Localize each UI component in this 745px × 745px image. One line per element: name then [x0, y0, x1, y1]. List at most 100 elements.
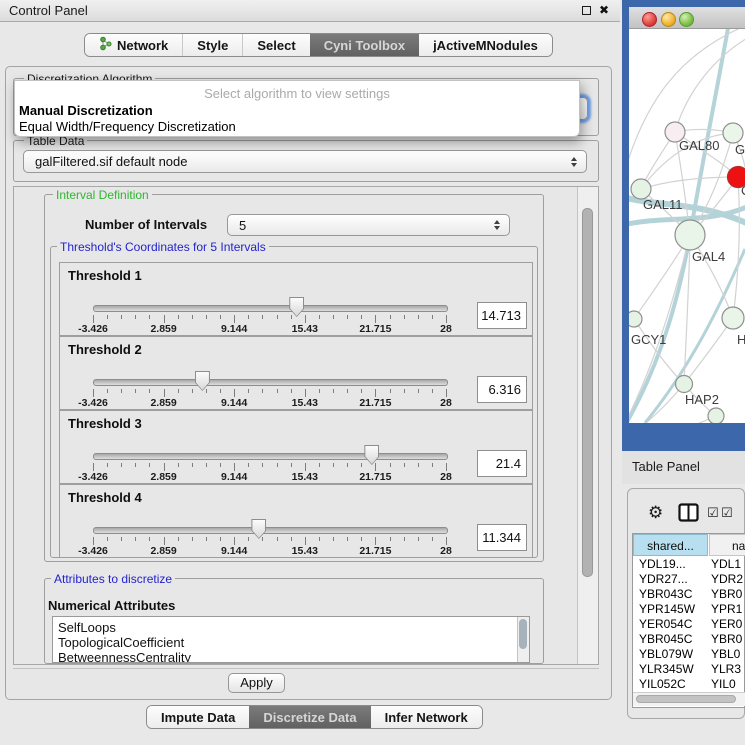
number-of-intervals-label: Number of Intervals [85, 217, 207, 232]
threshold-3-value-field[interactable]: 21.4 [477, 450, 527, 477]
threshold-1-value-field[interactable]: 14.713 [477, 302, 527, 329]
numerical-attributes-list[interactable]: SelfLoopsTopologicalCoefficientBetweenne… [52, 616, 530, 663]
tab-infer-network-label: Infer Network [385, 710, 468, 725]
tab-network-label: Network [117, 38, 168, 53]
threshold-3-label: Threshold 3 [68, 416, 142, 431]
tab-style-label: Style [197, 38, 228, 53]
apply-button[interactable]: Apply [228, 673, 285, 693]
threshold-2-panel: Threshold 2 -3.4262.8599.14415.4321.7152… [59, 336, 533, 410]
node-bottom-partial[interactable] [708, 408, 724, 423]
node-gal4[interactable] [675, 220, 705, 250]
threshold-4-slider-track[interactable] [93, 527, 448, 534]
table-body: YDL19...YDL1YDR27...YDR2YBR043CYBR0YPR14… [633, 557, 745, 691]
minimize-traffic-light-icon[interactable] [661, 12, 676, 27]
threshold-3-scale-labels: -3.4262.8599.14415.4321.71528 [93, 471, 446, 482]
node-top-right[interactable] [723, 123, 743, 143]
network-canvas[interactable]: GAL80 GA GAL11 C GAL4 GCY1 H HAP2 [629, 29, 745, 423]
table-row[interactable]: YIL052CYIL0 [633, 677, 745, 691]
tab-jactivemnodules-label: jActiveMNodules [433, 38, 538, 53]
tab-style[interactable]: Style [182, 34, 242, 56]
tab-impute-data[interactable]: Impute Data [147, 706, 249, 728]
threshold-1-panel: Threshold 1 -3.4262.8599.14415.4321.7152… [59, 262, 533, 336]
threshold-4-value-field[interactable]: 11.344 [477, 524, 527, 551]
zoom-traffic-light-icon[interactable] [679, 12, 694, 27]
interval-definition-group-title: Interval Definition [53, 188, 152, 202]
checkbox-icon-1[interactable]: ☑ [707, 505, 719, 521]
node-label-gcy1: GCY1 [631, 332, 666, 347]
node-label-hap2: HAP2 [685, 392, 719, 407]
attribute-item[interactable]: TopologicalCoefficient [53, 634, 529, 649]
split-columns-icon[interactable] [678, 503, 699, 527]
threshold-3-panel: Threshold 3 -3.4262.8599.14415.4321.7152… [59, 410, 533, 484]
horizontal-scrollbar-thumb[interactable] [636, 695, 736, 703]
node-label-gal11: GAL11 [643, 197, 683, 212]
threshold-1-label: Threshold 1 [68, 268, 142, 283]
table-data-combobox[interactable]: galFiltered.sif default node [23, 150, 587, 173]
node-label-partial-c: C [741, 183, 745, 198]
tab-infer-network[interactable]: Infer Network [371, 706, 482, 728]
bottom-divider [13, 668, 599, 669]
tab-network[interactable]: Network [85, 34, 182, 56]
threshold-4-panel: Threshold 4 -3.4262.8599.14415.4321.7152… [59, 484, 533, 558]
table-row[interactable]: YBR045CYBR0 [633, 632, 745, 647]
column-header-name[interactable]: name [709, 534, 745, 556]
threshold-3-slider-handle[interactable] [364, 445, 379, 465]
table-row[interactable]: YDL19...YDL1 [633, 557, 745, 572]
tab-jactivemnodules[interactable]: jActiveMNodules [419, 34, 552, 56]
table-data-combobox-value: galFiltered.sif default node [35, 154, 187, 169]
threshold-2-slider-handle[interactable] [195, 371, 210, 391]
popup-item-equal-width[interactable]: Equal Width/Frequency Discretization [19, 119, 236, 134]
attributes-list-scrollbar-thumb[interactable] [519, 619, 527, 649]
top-tab-bar: Network Style Select Cyni Toolbox jActiv… [84, 33, 553, 57]
table-row[interactable]: YDR27...YDR2 [633, 572, 745, 587]
node-label-gal4: GAL4 [692, 249, 725, 264]
tab-discretize-data[interactable]: Discretize Data [249, 706, 370, 728]
table-panel-title: Table Panel [632, 459, 700, 474]
threshold-4-slider-handle[interactable] [251, 519, 266, 539]
tab-select[interactable]: Select [242, 34, 309, 56]
tab-cyni-toolbox[interactable]: Cyni Toolbox [310, 34, 419, 56]
threshold-2-slider-track[interactable] [93, 379, 448, 386]
combo-arrows-icon [571, 157, 577, 167]
threshold-4-scale-labels: -3.4262.8599.14415.4321.71528 [93, 545, 446, 556]
table-row[interactable]: YPR145WYPR1 [633, 602, 745, 617]
threshold-2-label: Threshold 2 [68, 342, 142, 357]
tab-discretize-data-label: Discretize Data [263, 710, 356, 725]
table-row[interactable]: YLR345WYLR3 [633, 662, 745, 677]
checkbox-icon-2[interactable]: ☑ [721, 505, 733, 521]
popup-item-manual-discretization[interactable]: Manual Discretization [19, 103, 153, 118]
number-of-intervals-value: 5 [239, 218, 246, 233]
table-row[interactable]: YBR043CYBR0 [633, 587, 745, 602]
attribute-item[interactable]: BetweennessCentrality [53, 649, 529, 663]
tab-cyni-toolbox-label: Cyni Toolbox [324, 38, 405, 53]
threshold-1-slider-track[interactable] [93, 305, 448, 312]
node-hap2[interactable] [676, 376, 693, 393]
column-header-shared[interactable]: shared... [633, 534, 708, 556]
attribute-item[interactable]: SelfLoops [53, 619, 529, 634]
attributes-group-title: Attributes to discretize [51, 572, 175, 586]
close-traffic-light-icon[interactable] [642, 12, 657, 27]
float-window-icon[interactable] [582, 6, 591, 15]
threshold-3-slider-track[interactable] [93, 453, 448, 460]
close-icon[interactable]: ✖ [599, 3, 609, 17]
tab-select-label: Select [257, 38, 295, 53]
node-label-partial-ga: GA [735, 142, 745, 157]
table-row[interactable]: YBL079WYBL0 [633, 647, 745, 662]
control-panel-title: Control Panel [9, 3, 88, 18]
popup-hint-item[interactable]: Select algorithm to view settings [15, 86, 579, 101]
gear-icon[interactable]: ⚙ [648, 503, 663, 523]
threshold-2-value-field[interactable]: 6.316 [477, 376, 527, 403]
node-gcy1[interactable] [629, 311, 642, 327]
bottom-tab-bar: Impute Data Discretize Data Infer Networ… [146, 705, 483, 729]
threshold-2-scale-labels: -3.4262.8599.14415.4321.71528 [93, 397, 446, 408]
table-row[interactable]: YER054CYER0 [633, 617, 745, 632]
threshold-1-scale-labels: -3.4262.8599.14415.4321.71528 [93, 323, 446, 334]
control-panel-titlebar [0, 0, 620, 22]
number-of-intervals-spinner[interactable]: 5 [227, 214, 510, 236]
node-h[interactable] [722, 307, 744, 329]
vertical-scrollbar-thumb[interactable] [582, 208, 593, 577]
node-gal11[interactable] [631, 179, 651, 199]
network-window-titlebar [629, 7, 745, 29]
node-label-gal80: GAL80 [679, 138, 719, 153]
threshold-1-slider-handle[interactable] [289, 297, 304, 317]
